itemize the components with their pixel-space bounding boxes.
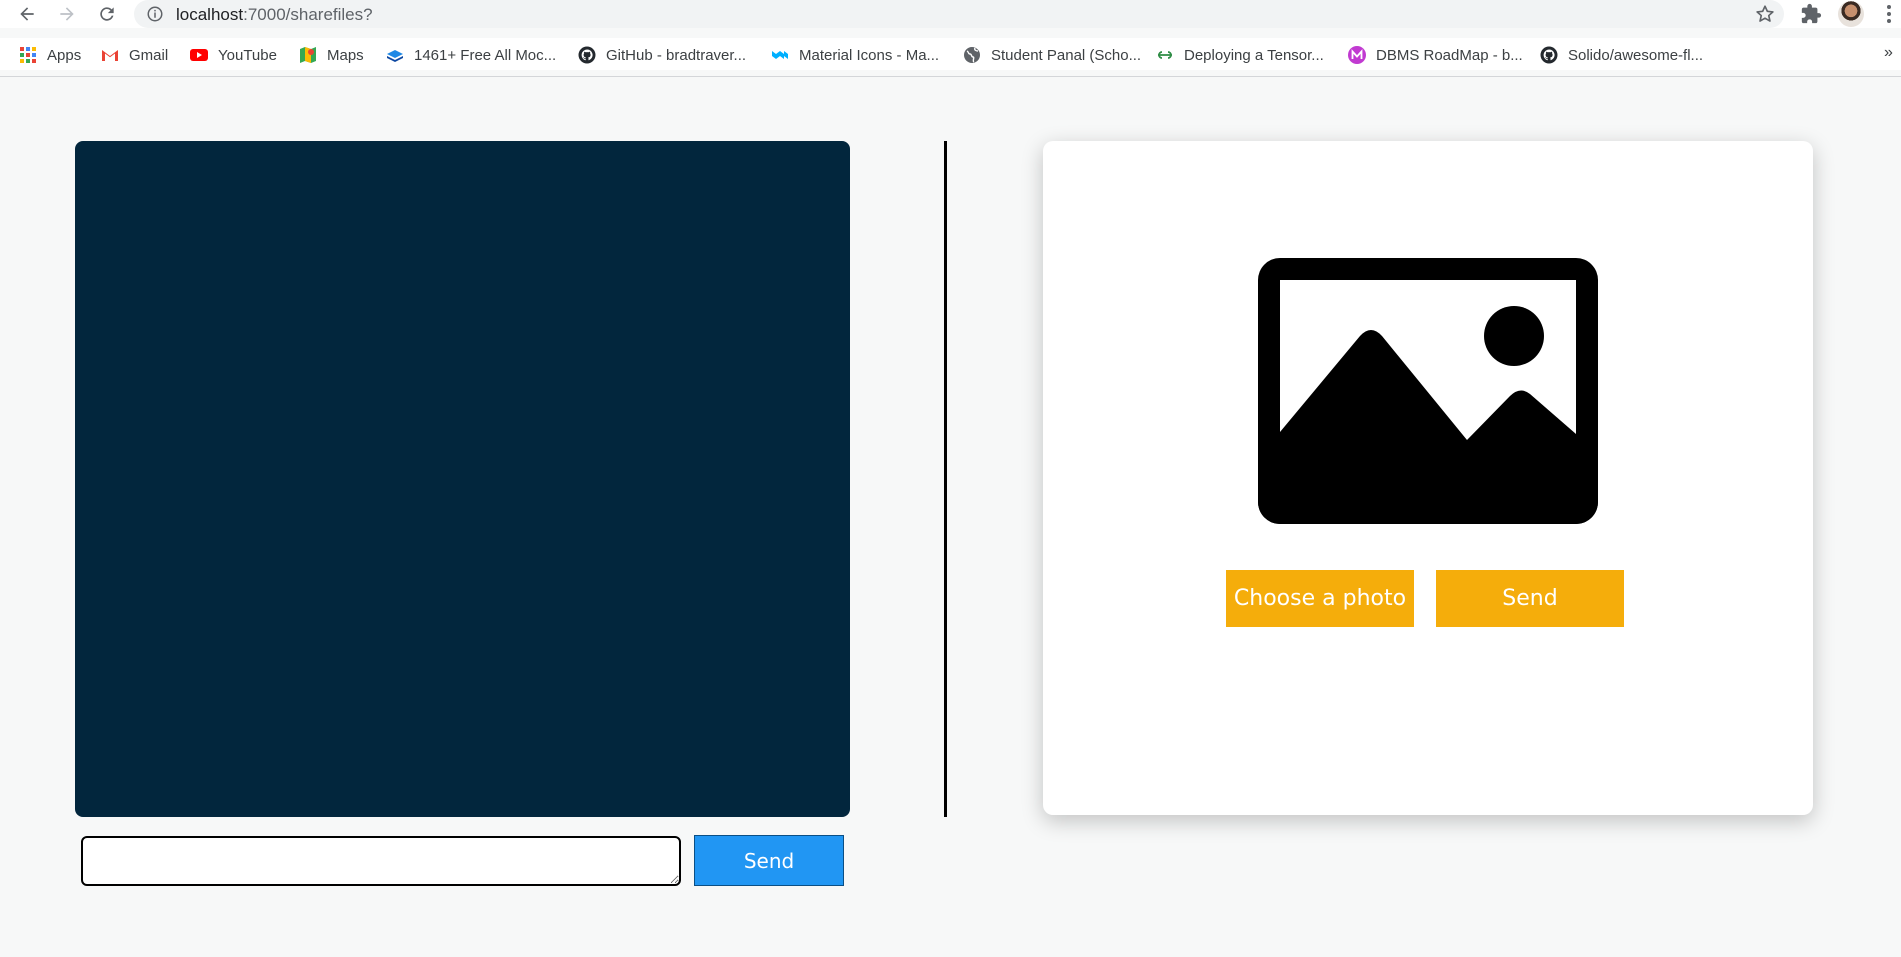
bookmark-maps[interactable]: Maps [299,44,364,66]
bookmark-label: 1461+ Free All Moc... [414,46,557,64]
bookmark-label: Maps [327,46,364,64]
bookmark-deploying-tensor[interactable]: Deploying a Tensor... [1156,44,1324,66]
bookmarks-bar: Apps Gmail YouTube Maps 1461+ Free All M… [0,38,1901,70]
choose-photo-button[interactable]: Choose a photo [1226,570,1414,627]
gmail-icon [102,49,118,61]
info-icon [147,6,163,22]
bookmark-label: Material Icons - Ma... [799,46,940,64]
apps-grid-icon [20,47,36,63]
github-icon [578,46,596,64]
arrow-back-icon [20,7,34,21]
reload-button[interactable] [94,2,120,26]
photo-send-button[interactable]: Send [1436,570,1624,627]
bookmark-material-icons[interactable]: Material Icons - Ma... [771,44,939,66]
video-panel [75,141,850,817]
github-icon [1540,46,1558,64]
gfg-icon [1158,51,1172,59]
bookmark-label: Student Panal (Scho... [991,46,1142,64]
maps-icon [300,47,316,63]
url-host: localhost [176,5,244,24]
bookmarks-overflow-button[interactable]: » [1884,44,1893,62]
url-text: localhost:7000/sharefiles? [176,5,373,25]
letter-m-icon [1348,46,1366,64]
bookmark-star-icon[interactable] [1754,3,1776,25]
bookmark-apps[interactable]: Apps [19,44,81,66]
bookmark-label: Solido/awesome-fl... [1568,46,1704,64]
bookmark-github-brad[interactable]: GitHub - bradtraver... [578,44,746,66]
photo-upload-card: Choose a photo Send [1043,141,1813,815]
bookmark-label: DBMS RoadMap - b... [1376,46,1523,64]
extensions-icon[interactable] [1800,3,1822,25]
profile-avatar[interactable] [1838,1,1864,27]
chrome-divider [0,76,1901,77]
image-placeholder-icon [1258,258,1598,524]
bookmark-dbms-roadmap[interactable]: DBMS RoadMap - b... [1348,44,1523,66]
bookmark-gmail[interactable]: Gmail [101,44,168,66]
address-bar[interactable]: localhost:7000/sharefiles? [134,0,1784,28]
youtube-icon [190,49,208,61]
bookmark-solido-awesome[interactable]: Solido/awesome-fl... [1540,44,1703,66]
bookmark-label: YouTube [218,46,277,64]
bookmark-label: Deploying a Tensor... [1184,46,1324,64]
layers-icon [387,50,403,62]
vertical-divider [944,141,947,817]
bookmark-label: Gmail [129,46,169,64]
forward-button[interactable] [54,2,80,26]
bookmark-label: Apps [47,46,82,64]
bookmark-student-panal[interactable]: Student Panal (Scho... [963,44,1141,66]
url-path: :7000/sharefiles? [243,5,373,24]
back-button[interactable] [14,2,40,26]
material-icon [772,51,788,59]
reload-icon [100,7,114,21]
browser-toolbar: localhost:7000/sharefiles? [0,0,1901,28]
bookmark-mockups[interactable]: 1461+ Free All Moc... [386,44,556,66]
bookmark-label: GitHub - bradtraver... [606,46,747,64]
message-input[interactable] [81,836,681,886]
arrow-forward-icon [60,7,74,21]
browser-menu-icon[interactable] [1882,3,1896,25]
bookmark-youtube[interactable]: YouTube [190,44,277,66]
globe-icon [964,47,980,63]
message-send-button[interactable]: Send [694,835,844,886]
